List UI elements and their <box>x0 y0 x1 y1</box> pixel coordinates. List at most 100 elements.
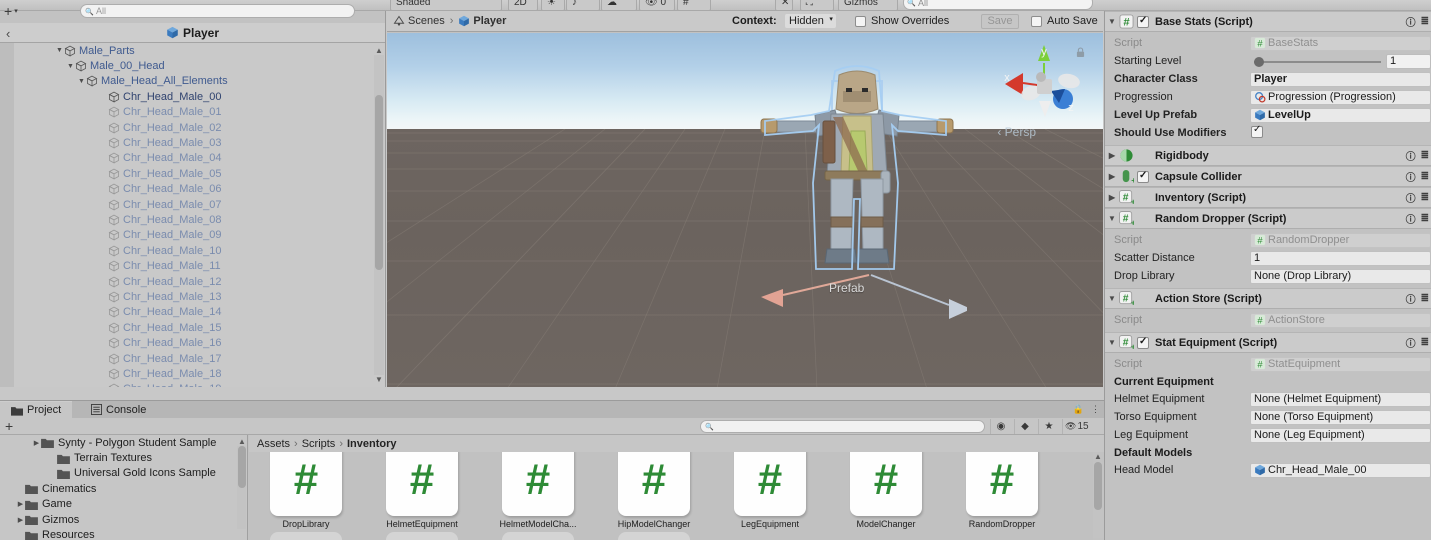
property-row[interactable]: Scatter Distance 1 <box>1105 249 1431 267</box>
hierarchy-item[interactable]: Chr_Head_Male_02 <box>0 120 385 135</box>
foldout-arrow-icon[interactable]: ▶ <box>32 439 41 447</box>
property-row[interactable]: Script # RandomDropper <box>1105 231 1431 249</box>
property-value[interactable]: Chr_Head_Male_00 <box>1250 462 1431 478</box>
scrollbar-track[interactable] <box>237 446 246 529</box>
property-row[interactable]: Starting Level 1 <box>1105 52 1431 70</box>
property-value[interactable]: None (Leg Equipment) <box>1250 427 1431 443</box>
scroll-up-arrow-icon[interactable]: ▲ <box>238 437 246 446</box>
object-field[interactable]: Player <box>1250 71 1431 87</box>
object-field[interactable]: # StatEquipment <box>1250 356 1431 372</box>
object-field[interactable]: None (Leg Equipment) <box>1250 427 1431 443</box>
foldout-arrow-icon[interactable]: ▼ <box>1105 214 1119 223</box>
property-row[interactable]: Character Class Player <box>1105 70 1431 88</box>
hierarchy-rows[interactable]: ▼ Male_Parts ▼ Male_00_Head ▼ Male_Head_Al… <box>0 43 385 387</box>
asset-item[interactable]: # RandomDropper <box>945 452 1059 529</box>
favorite-star-icon[interactable]: ★ <box>1038 419 1059 434</box>
project-content-area[interactable]: Assets › Scripts › Inventory # DropLibrar… <box>249 435 1104 540</box>
project-tree-scrollbar[interactable]: ▲ <box>237 437 246 538</box>
property-value[interactable]: # ActionStore <box>1250 312 1431 328</box>
property-row[interactable]: Leg Equipment None (Leg Equipment) <box>1105 426 1431 444</box>
foldout-arrow-icon[interactable]: ▼ <box>55 47 64 54</box>
hierarchy-item[interactable]: Chr_Head_Male_14 <box>0 305 385 320</box>
hierarchy-item[interactable]: Chr_Head_Male_12 <box>0 274 385 289</box>
project-breadcrumb[interactable]: Assets › Scripts › Inventory <box>249 435 1104 452</box>
object-field[interactable]: Progression (Progression) <box>1250 89 1431 105</box>
project-folder-tree[interactable]: ▶ Synty - Polygon Student Sample Terrain… <box>0 435 248 540</box>
hierarchy-item[interactable]: Chr_Head_Male_07 <box>0 197 385 212</box>
component-header-icons[interactable]: ⓘ ≣ <box>1406 14 1429 29</box>
breadcrumb-current-label[interactable]: Player <box>473 15 506 27</box>
hierarchy-item[interactable]: Chr_Head_Male_19 <box>0 382 385 387</box>
inspector-components[interactable]: ▼ #Base Stats (Script)ⓘ≣ Script #BaseStat… <box>1105 11 1431 482</box>
property-row[interactable]: Drop Library None (Drop Library) <box>1105 267 1431 285</box>
foldout-arrow-icon[interactable]: ▼ <box>1105 338 1119 347</box>
close-scene-button[interactable]: ✕ <box>775 0 793 10</box>
property-value[interactable]: 1 <box>1250 250 1431 266</box>
property-value[interactable]: None (Torso Equipment) <box>1250 409 1431 425</box>
asset-item[interactable]: # ModelChanger <box>829 452 943 529</box>
gizmos-dropdown[interactable]: Gizmos <box>838 0 898 10</box>
property-row[interactable]: Script # ActionStore <box>1105 311 1431 329</box>
component-header-icons[interactable]: ⓘ ≣ <box>1406 291 1429 306</box>
context-dropdown[interactable]: Hidden <box>785 14 836 28</box>
property-value[interactable]: Progression (Progression) <box>1250 89 1431 105</box>
should-use-modifiers-checkbox[interactable] <box>1251 124 1263 138</box>
filter-by-type-icon[interactable]: ◉ <box>990 419 1011 434</box>
component-header-base-stats[interactable]: ▼ #Base Stats (Script)ⓘ≣ <box>1105 11 1431 32</box>
hidden-assets-count[interactable]: 👁 15 <box>1062 419 1102 434</box>
label-icon[interactable]: ◆ <box>1014 419 1035 434</box>
hierarchy-item[interactable]: ▼ Male_Parts <box>0 43 385 58</box>
hierarchy-item[interactable]: Chr_Head_Male_15 <box>0 320 385 335</box>
foldout-arrow-icon[interactable]: ▼ <box>66 63 75 70</box>
grid-snap-button[interactable]: # <box>677 0 711 10</box>
property-value[interactable]: # RandomDropper <box>1250 232 1431 248</box>
hierarchy-scrollbar[interactable]: ▲ ▼ <box>374 46 384 384</box>
property-row[interactable]: Torso Equipment None (Torso Equipment) <box>1105 408 1431 426</box>
hierarchy-item[interactable]: ▼ Male_Head_All_Elements <box>0 74 385 89</box>
property-row[interactable]: Progression Progression (Progression) <box>1105 88 1431 106</box>
property-row[interactable]: Level Up Prefab LevelUp <box>1105 106 1431 124</box>
property-row[interactable]: Should Use Modifiers <box>1105 124 1431 142</box>
scroll-down-arrow-icon[interactable]: ▼ <box>375 375 383 384</box>
hierarchy-item[interactable]: Chr_Head_Male_10 <box>0 243 385 258</box>
hierarchy-item[interactable]: Chr_Head_Male_16 <box>0 335 385 350</box>
foldout-arrow-icon[interactable]: ▶ <box>1105 172 1119 181</box>
hierarchy-search-input[interactable]: All <box>80 4 355 19</box>
help-icon[interactable]: ⓘ <box>1406 169 1416 184</box>
hierarchy-item[interactable]: Chr_Head_Male_13 <box>0 289 385 304</box>
help-icon[interactable]: ⓘ <box>1406 190 1416 205</box>
foldout-arrow-icon[interactable]: ▼ <box>1105 17 1119 26</box>
breadcrumb-inventory[interactable]: Inventory <box>347 438 397 450</box>
object-field[interactable]: # RandomDropper <box>1250 232 1431 248</box>
preset-icon[interactable]: ≣ <box>1421 213 1429 224</box>
show-overrides-checkbox[interactable] <box>855 16 866 27</box>
hierarchy-item[interactable]: Chr_Head_Male_17 <box>0 351 385 366</box>
lock-icon[interactable]: 🔒 <box>1073 404 1084 415</box>
back-arrow-icon[interactable]: ‹ <box>6 26 10 41</box>
help-icon[interactable]: ⓘ <box>1406 335 1416 350</box>
scrollbar-track[interactable] <box>1093 462 1104 538</box>
2d-toggle-button[interactable]: 2D <box>508 0 538 10</box>
hierarchy-tree[interactable]: ▼ Male_Parts ▼ Male_00_Head ▼ Male_Head_Al… <box>0 43 385 387</box>
project-tree-item[interactable]: ▶ Gizmos <box>0 512 247 527</box>
project-tree-item[interactable]: Resources <box>0 527 247 540</box>
asset-grid-scrollbar[interactable]: ▲ <box>1093 452 1104 540</box>
hierarchy-item[interactable]: Chr_Head_Male_04 <box>0 151 385 166</box>
component-header-icons[interactable]: ⓘ ≣ <box>1406 169 1429 184</box>
component-enabled-checkbox[interactable] <box>1137 170 1149 183</box>
project-tree-rows[interactable]: ▶ Synty - Polygon Student Sample Terrain… <box>0 435 247 540</box>
scrollbar-thumb[interactable] <box>238 446 246 488</box>
property-row[interactable]: Script # BaseStats <box>1105 34 1431 52</box>
hierarchy-item[interactable]: Chr_Head_Male_11 <box>0 258 385 273</box>
project-tab-right-icons[interactable]: 🔒 ⋮ <box>1073 404 1100 415</box>
hierarchy-item[interactable]: Chr_Head_Male_03 <box>0 135 385 150</box>
hierarchy-item[interactable]: Chr_Head_Male_18 <box>0 366 385 381</box>
asset-item[interactable]: # HelmetModelCha... <box>481 452 595 529</box>
property-value[interactable]: LevelUp <box>1250 107 1431 123</box>
save-button[interactable]: Save <box>981 14 1019 29</box>
shading-mode-dropdown[interactable]: Shaded <box>390 0 502 10</box>
hierarchy-item[interactable]: Chr_Head_Male_05 <box>0 166 385 181</box>
property-row[interactable]: Head Model Chr_Head_Male_00 <box>1105 461 1431 479</box>
property-row[interactable]: Helmet Equipment None (Helmet Equipment) <box>1105 390 1431 408</box>
project-tab-bar[interactable]: Project Console 🔒 ⋮ <box>0 401 1104 418</box>
